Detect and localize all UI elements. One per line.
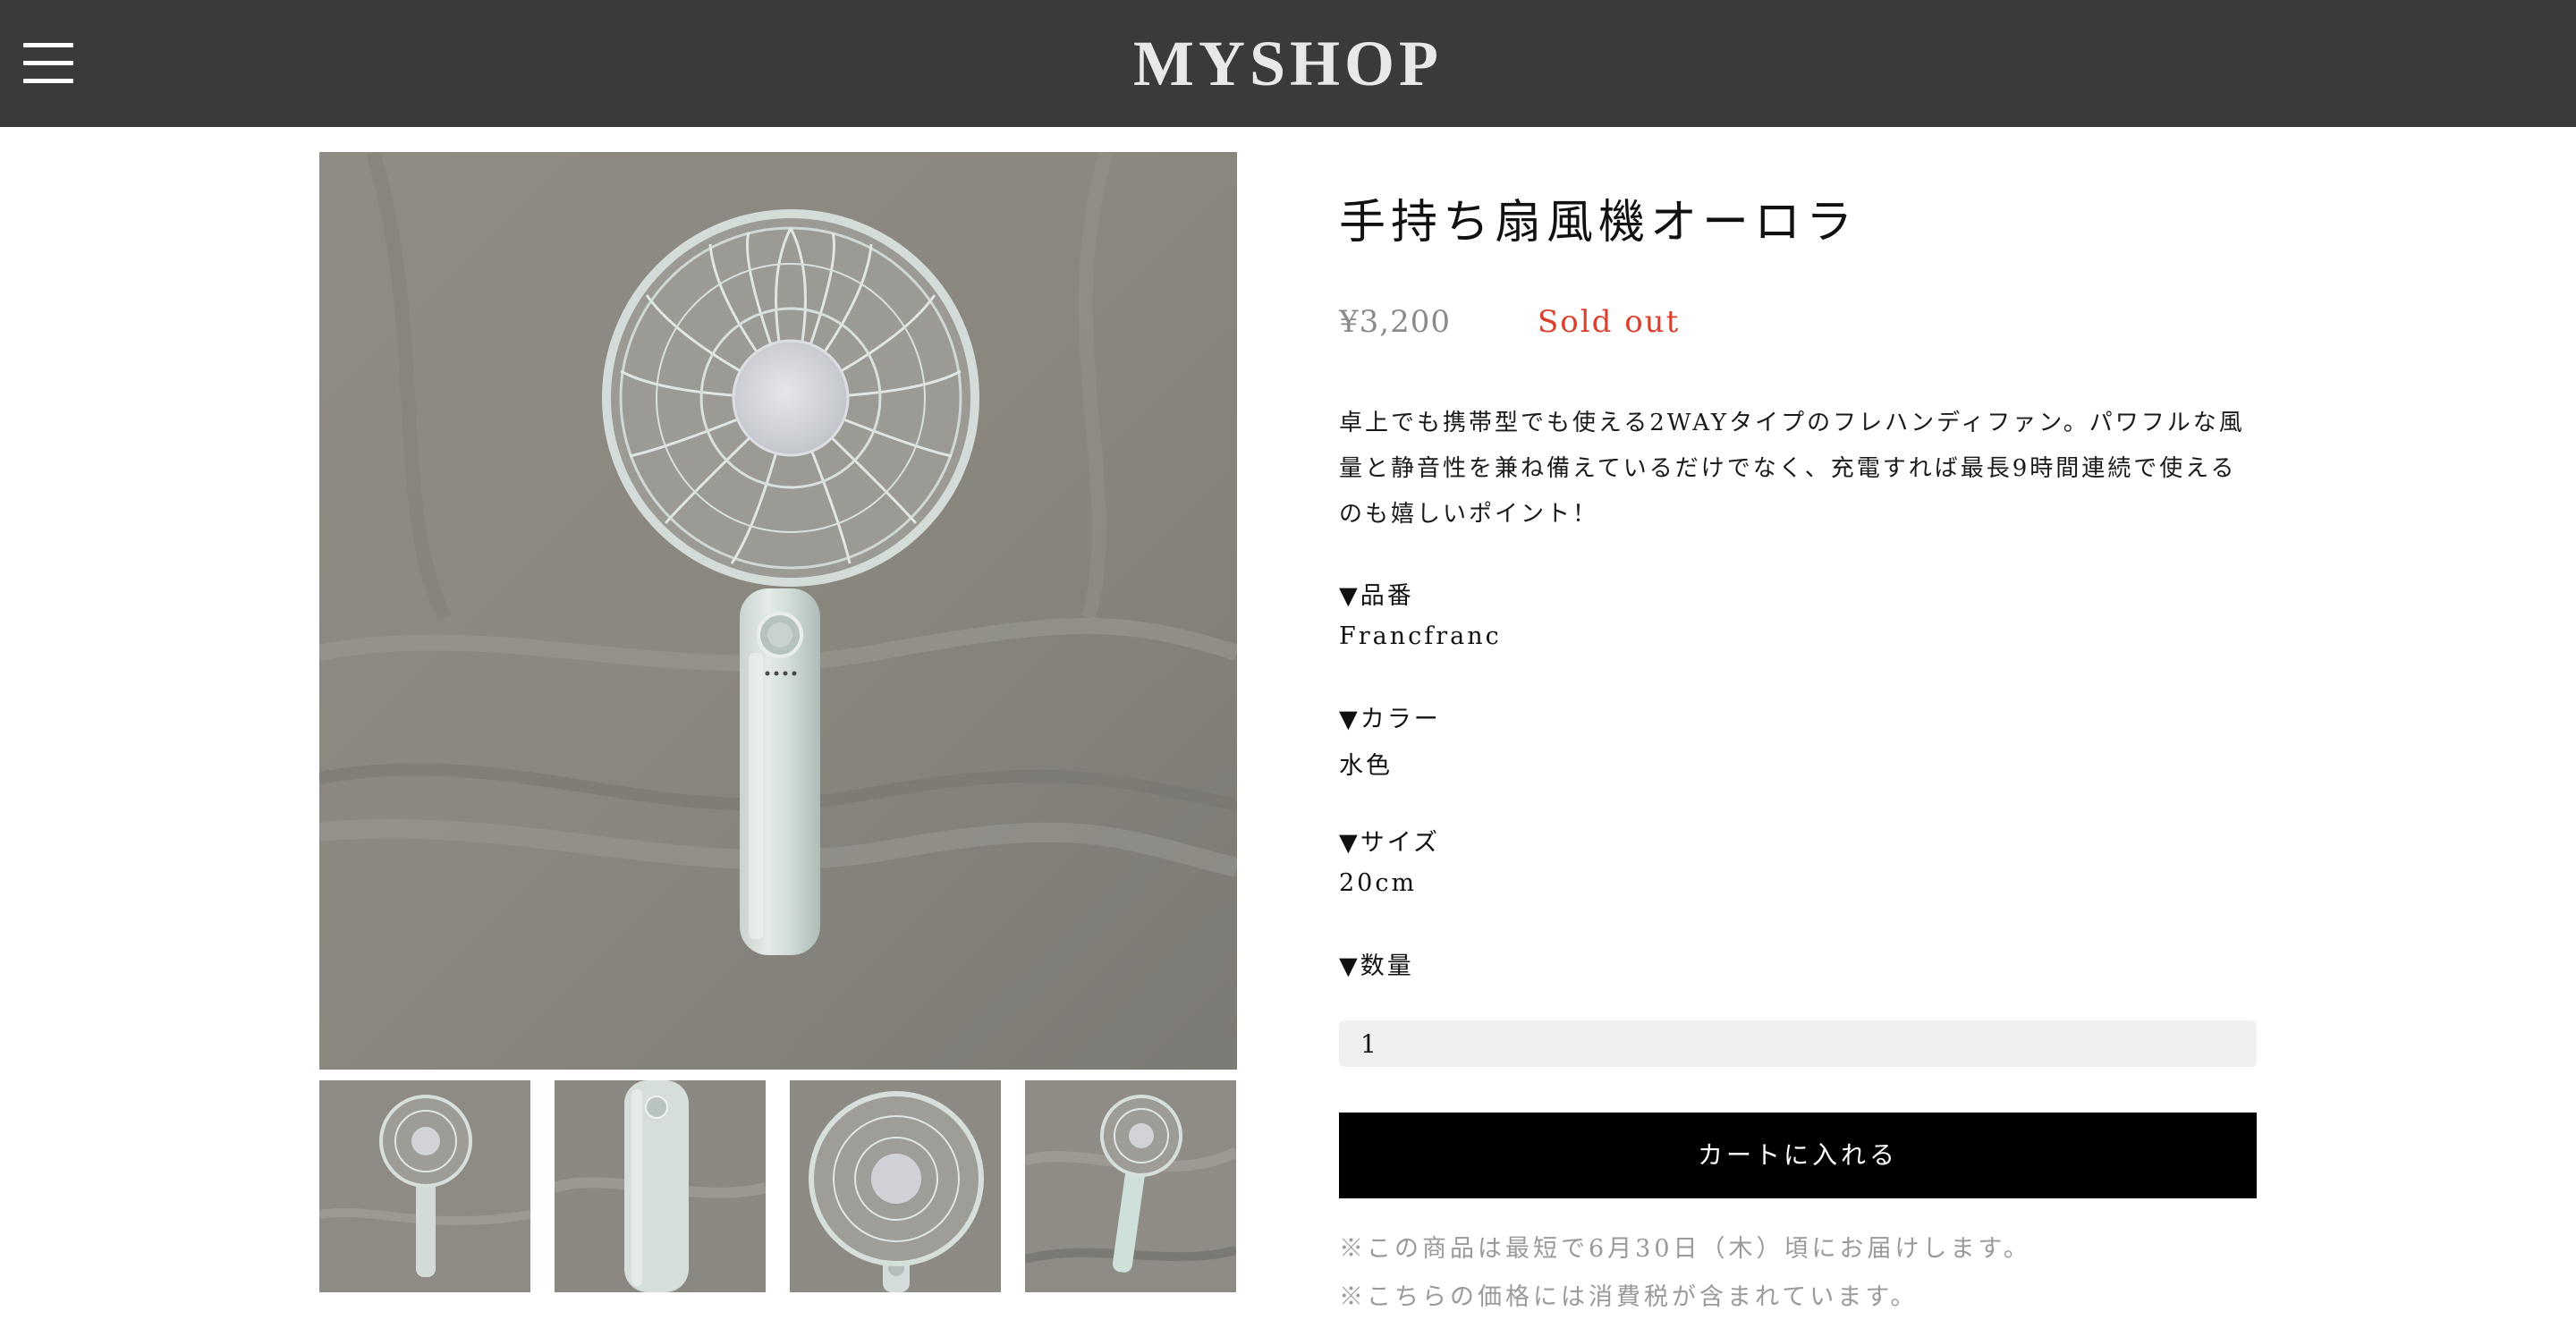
thumbnail-fan-front[interactable] bbox=[319, 1080, 530, 1292]
thumbnail-strip bbox=[319, 1080, 1237, 1292]
thumbnail-fan-angled[interactable] bbox=[1025, 1080, 1236, 1292]
add-to-cart-button[interactable]: カートに入れる bbox=[1339, 1113, 2257, 1198]
size-value: 20cm bbox=[1339, 869, 1418, 897]
product-description: 卓上でも携帯型でも使える2WAYタイプのフレハンディファン。パワフルな風量と静音… bbox=[1339, 410, 2245, 528]
size-label: ▼サイズ bbox=[1339, 829, 1440, 857]
quantity-input[interactable] bbox=[1339, 1020, 2257, 1067]
thumbnail-fan-handle[interactable] bbox=[555, 1080, 766, 1292]
color-label: ▼カラー bbox=[1339, 706, 1441, 733]
hamburger-menu-icon[interactable] bbox=[23, 43, 73, 84]
quantity-label: ▼数量 bbox=[1339, 952, 1414, 980]
model-label: ▼品番 bbox=[1339, 582, 1414, 610]
product-title: 手持ち扇風機オーロラ bbox=[1339, 196, 1859, 250]
shop-logo[interactable]: MYSHOP bbox=[0, 0, 2576, 127]
thumbnail-fan-head-closeup[interactable] bbox=[790, 1080, 1001, 1292]
tax-note: ※こちらの価格には消費税が含まれています。 bbox=[1339, 1283, 1919, 1311]
site-header: MYSHOP bbox=[0, 0, 2576, 127]
delivery-note: ※この商品は最短で6月30日（木）頃にお届けします。 bbox=[1339, 1235, 2031, 1263]
color-value: 水色 bbox=[1339, 752, 1393, 780]
main-product-image[interactable] bbox=[319, 152, 1237, 1070]
sold-out-badge: Sold out bbox=[1538, 304, 1681, 340]
product-price: ¥3,200 bbox=[1339, 304, 1451, 340]
model-value: Francfranc bbox=[1339, 622, 1502, 650]
